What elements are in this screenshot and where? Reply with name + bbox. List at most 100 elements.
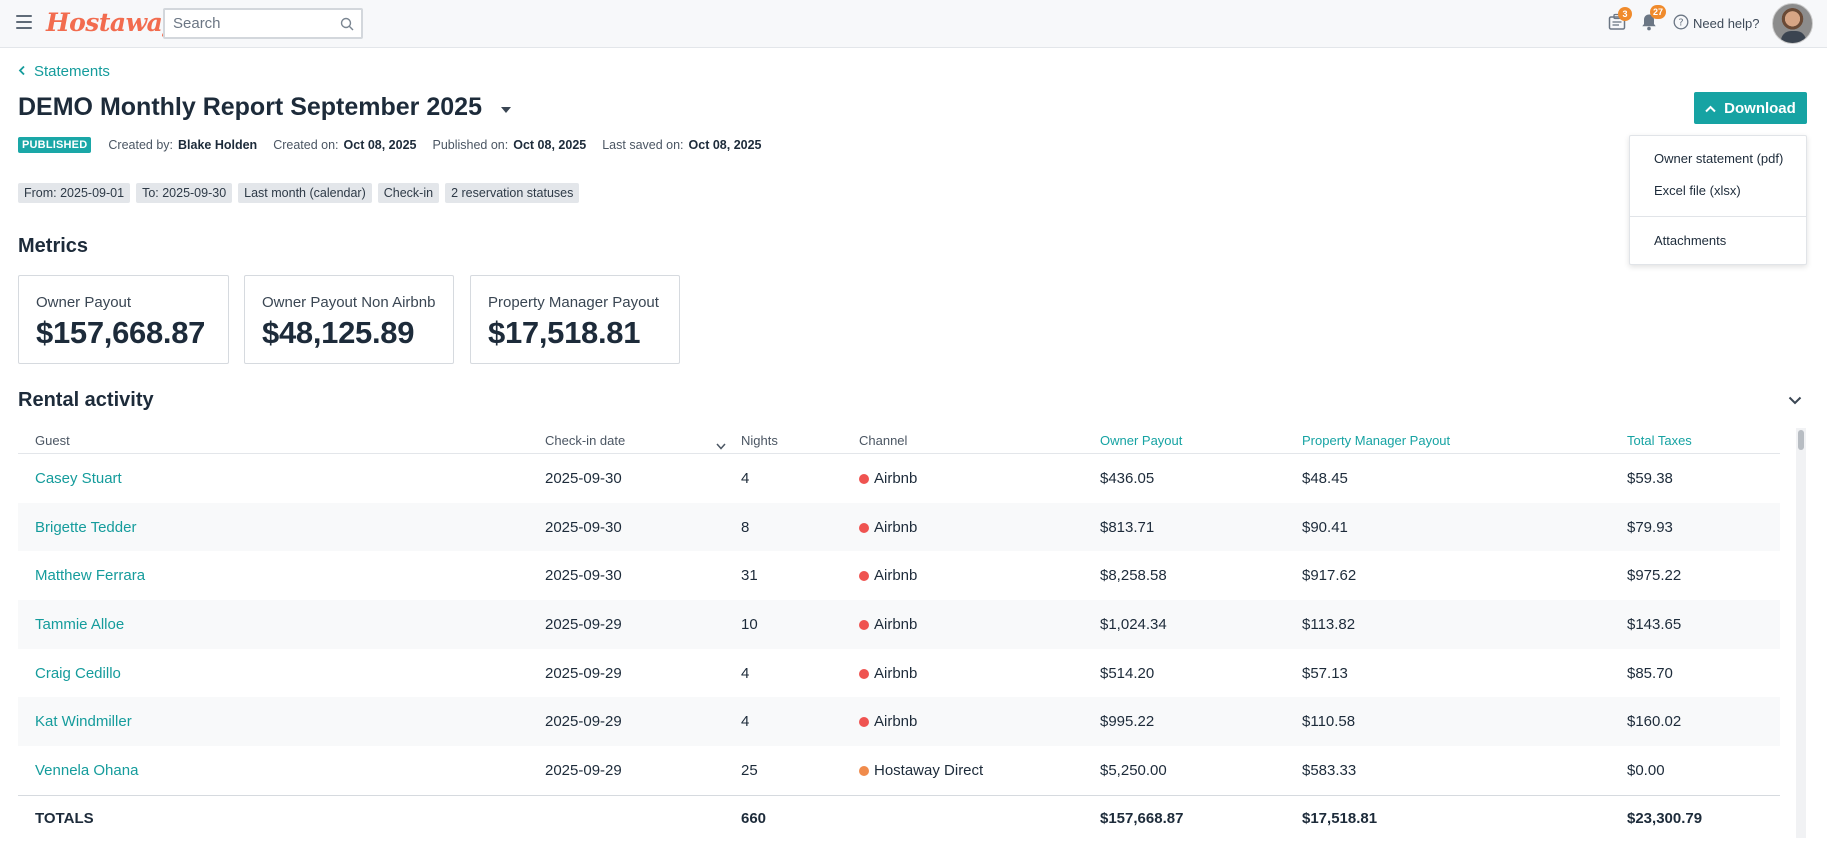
filter-chip-from[interactable]: From: 2025-09-01 bbox=[18, 183, 131, 203]
bell-icon[interactable]: 27 bbox=[1641, 5, 1667, 36]
created-by-label: Created by: bbox=[108, 138, 173, 152]
channel-name: Airbnb bbox=[874, 664, 918, 682]
metric-value: $17,518.81 bbox=[488, 315, 641, 350]
nights: 25 bbox=[741, 762, 758, 780]
pm-payout: $917.62 bbox=[1302, 567, 1357, 585]
menu-icon[interactable] bbox=[16, 15, 32, 29]
metric-value: $48,125.89 bbox=[262, 315, 415, 350]
last-saved-value: Oct 08, 2025 bbox=[688, 138, 762, 152]
filter-chip-statuses[interactable]: 2 reservation statuses bbox=[445, 183, 580, 203]
status-badge: PUBLISHED bbox=[18, 137, 92, 153]
owner-payout: $8,258.58 bbox=[1100, 567, 1167, 585]
search-icon[interactable] bbox=[340, 17, 354, 36]
menu-item-attachments[interactable]: Attachments bbox=[1654, 233, 1726, 248]
published-on-label: Published on: bbox=[432, 138, 509, 152]
metric-label: Owner Payout bbox=[36, 294, 132, 311]
guest-link[interactable]: Brigette Tedder bbox=[35, 519, 136, 536]
column-header-checkin[interactable]: Check-in date bbox=[545, 433, 625, 448]
guest-link[interactable]: Craig Cedillo bbox=[35, 665, 121, 682]
channel: Hostaway Direct bbox=[859, 762, 983, 779]
totals-row: TOTALS 660 $157,668.87 $17,518.81 $23,30… bbox=[18, 794, 1780, 837]
guest-link[interactable]: Vennela Ohana bbox=[35, 762, 138, 779]
column-header-pm-payout[interactable]: Property Manager Payout bbox=[1302, 433, 1450, 448]
metric-card-owner-payout-non-airbnb: Owner Payout Non Airbnb $48,125.89 bbox=[244, 275, 454, 364]
channel-dot-icon bbox=[859, 668, 869, 679]
created-on-label: Created on: bbox=[273, 138, 339, 152]
menu-item-owner-statement-pdf[interactable]: Owner statement (pdf) bbox=[1654, 151, 1783, 166]
pm-payout: $48.45 bbox=[1302, 470, 1348, 487]
search-input[interactable] bbox=[165, 10, 325, 37]
nights: 8 bbox=[741, 518, 750, 536]
guest-link[interactable]: Tammie Alloe bbox=[35, 616, 124, 633]
total-taxes: $143.65 bbox=[1627, 616, 1682, 634]
filter-chip-to[interactable]: To: 2025-09-30 bbox=[136, 183, 233, 203]
metric-label: Owner Payout Non Airbnb bbox=[262, 294, 436, 311]
scrollbar-thumb[interactable] bbox=[1798, 430, 1804, 450]
chevron-up-icon bbox=[1705, 100, 1716, 117]
nights: 4 bbox=[741, 664, 750, 682]
column-header-total-taxes[interactable]: Total Taxes bbox=[1627, 433, 1692, 448]
channel-name: Hostaway Direct bbox=[874, 762, 984, 780]
table-row[interactable]: Kat Windmiller 2025-09-29 4 Airbnb $995.… bbox=[18, 697, 1780, 747]
checkin-date: 2025-09-30 bbox=[545, 567, 622, 585]
table-row[interactable]: Tammie Alloe 2025-09-29 10 Airbnb $1,024… bbox=[18, 600, 1780, 649]
metrics-title: Metrics bbox=[18, 235, 89, 257]
help-link[interactable]: ? Need help? bbox=[1673, 14, 1760, 33]
rental-activity-title: Rental activity bbox=[18, 389, 154, 411]
guest-link[interactable]: Kat Windmiller bbox=[35, 713, 132, 730]
table-row[interactable]: Casey Stuart 2025-09-30 4 Airbnb $436.05… bbox=[18, 454, 1780, 503]
title-row: DEMO Monthly Report September 2025 bbox=[18, 93, 512, 122]
breadcrumb-statements[interactable]: Statements bbox=[34, 63, 110, 80]
guest-link[interactable]: Casey Stuart bbox=[35, 470, 122, 487]
channel-name: Airbnb bbox=[874, 713, 918, 731]
table-row[interactable]: Craig Cedillo 2025-09-29 4 Airbnb $514.2… bbox=[18, 649, 1780, 698]
channel-dot-icon bbox=[859, 522, 869, 533]
metric-value: $157,668.87 bbox=[36, 315, 206, 350]
total-taxes: $0.00 bbox=[1627, 762, 1665, 780]
table-row[interactable]: Matthew Ferrara 2025-09-30 31 Airbnb $8,… bbox=[18, 551, 1780, 600]
menu-item-excel-xlsx[interactable]: Excel file (xlsx) bbox=[1654, 183, 1741, 198]
nights: 4 bbox=[741, 470, 750, 487]
channel: Airbnb bbox=[859, 713, 917, 730]
rental-activity-table: Guest Check-in date Nights Channel Owner… bbox=[18, 428, 1780, 837]
channel-dot-icon bbox=[859, 717, 869, 728]
tasks-count-badge: 3 bbox=[1618, 7, 1632, 21]
table-body: Casey Stuart 2025-09-30 4 Airbnb $436.05… bbox=[18, 454, 1780, 795]
nights: 10 bbox=[741, 616, 758, 634]
nights: 4 bbox=[741, 713, 750, 731]
caret-down-icon[interactable] bbox=[500, 101, 512, 119]
user-avatar[interactable] bbox=[1772, 3, 1813, 44]
column-header-guest: Guest bbox=[35, 433, 70, 448]
chevron-down-icon[interactable] bbox=[1788, 392, 1802, 410]
download-menu: Owner statement (pdf) Excel file (xlsx) … bbox=[1629, 135, 1807, 265]
bell-count-badge: 27 bbox=[1650, 5, 1667, 19]
filter-chip-date-type[interactable]: Check-in bbox=[377, 183, 440, 203]
last-saved-label: Last saved on: bbox=[602, 138, 684, 152]
channel-dot-icon bbox=[859, 620, 869, 631]
checkin-date: 2025-09-29 bbox=[545, 713, 622, 731]
pm-payout: $90.41 bbox=[1302, 518, 1348, 536]
filter-chip-period[interactable]: Last month (calendar) bbox=[238, 183, 372, 203]
sort-desc-icon[interactable] bbox=[716, 437, 726, 455]
column-header-owner-payout[interactable]: Owner Payout bbox=[1100, 433, 1182, 448]
published-on-value: Oct 08, 2025 bbox=[513, 138, 587, 152]
channel: Airbnb bbox=[859, 616, 917, 633]
table-row[interactable]: Brigette Tedder 2025-09-30 8 Airbnb $813… bbox=[18, 502, 1780, 552]
guest-link[interactable]: Matthew Ferrara bbox=[35, 567, 145, 584]
hostaway-logo[interactable]: Hostaway bbox=[46, 8, 177, 37]
chevron-left-icon bbox=[18, 63, 26, 80]
table-scrollbar[interactable] bbox=[1796, 428, 1806, 838]
menu-divider bbox=[1630, 216, 1806, 217]
checkin-date: 2025-09-29 bbox=[545, 762, 622, 780]
totals-nights: 660 bbox=[741, 809, 767, 827]
download-button[interactable]: Download bbox=[1694, 92, 1807, 124]
table-row[interactable]: Vennela Ohana 2025-09-29 25 Hostaway Dir… bbox=[18, 746, 1780, 795]
column-header-nights: Nights bbox=[741, 433, 778, 448]
totals-owner-payout: $157,668.87 bbox=[1100, 809, 1184, 827]
search-box[interactable] bbox=[163, 8, 363, 39]
channel-dot-icon bbox=[859, 474, 869, 484]
pm-payout: $57.13 bbox=[1302, 664, 1348, 682]
channel: Airbnb bbox=[859, 519, 917, 536]
tasks-icon[interactable]: 3 bbox=[1608, 7, 1632, 36]
breadcrumb[interactable]: Statements bbox=[18, 63, 110, 80]
